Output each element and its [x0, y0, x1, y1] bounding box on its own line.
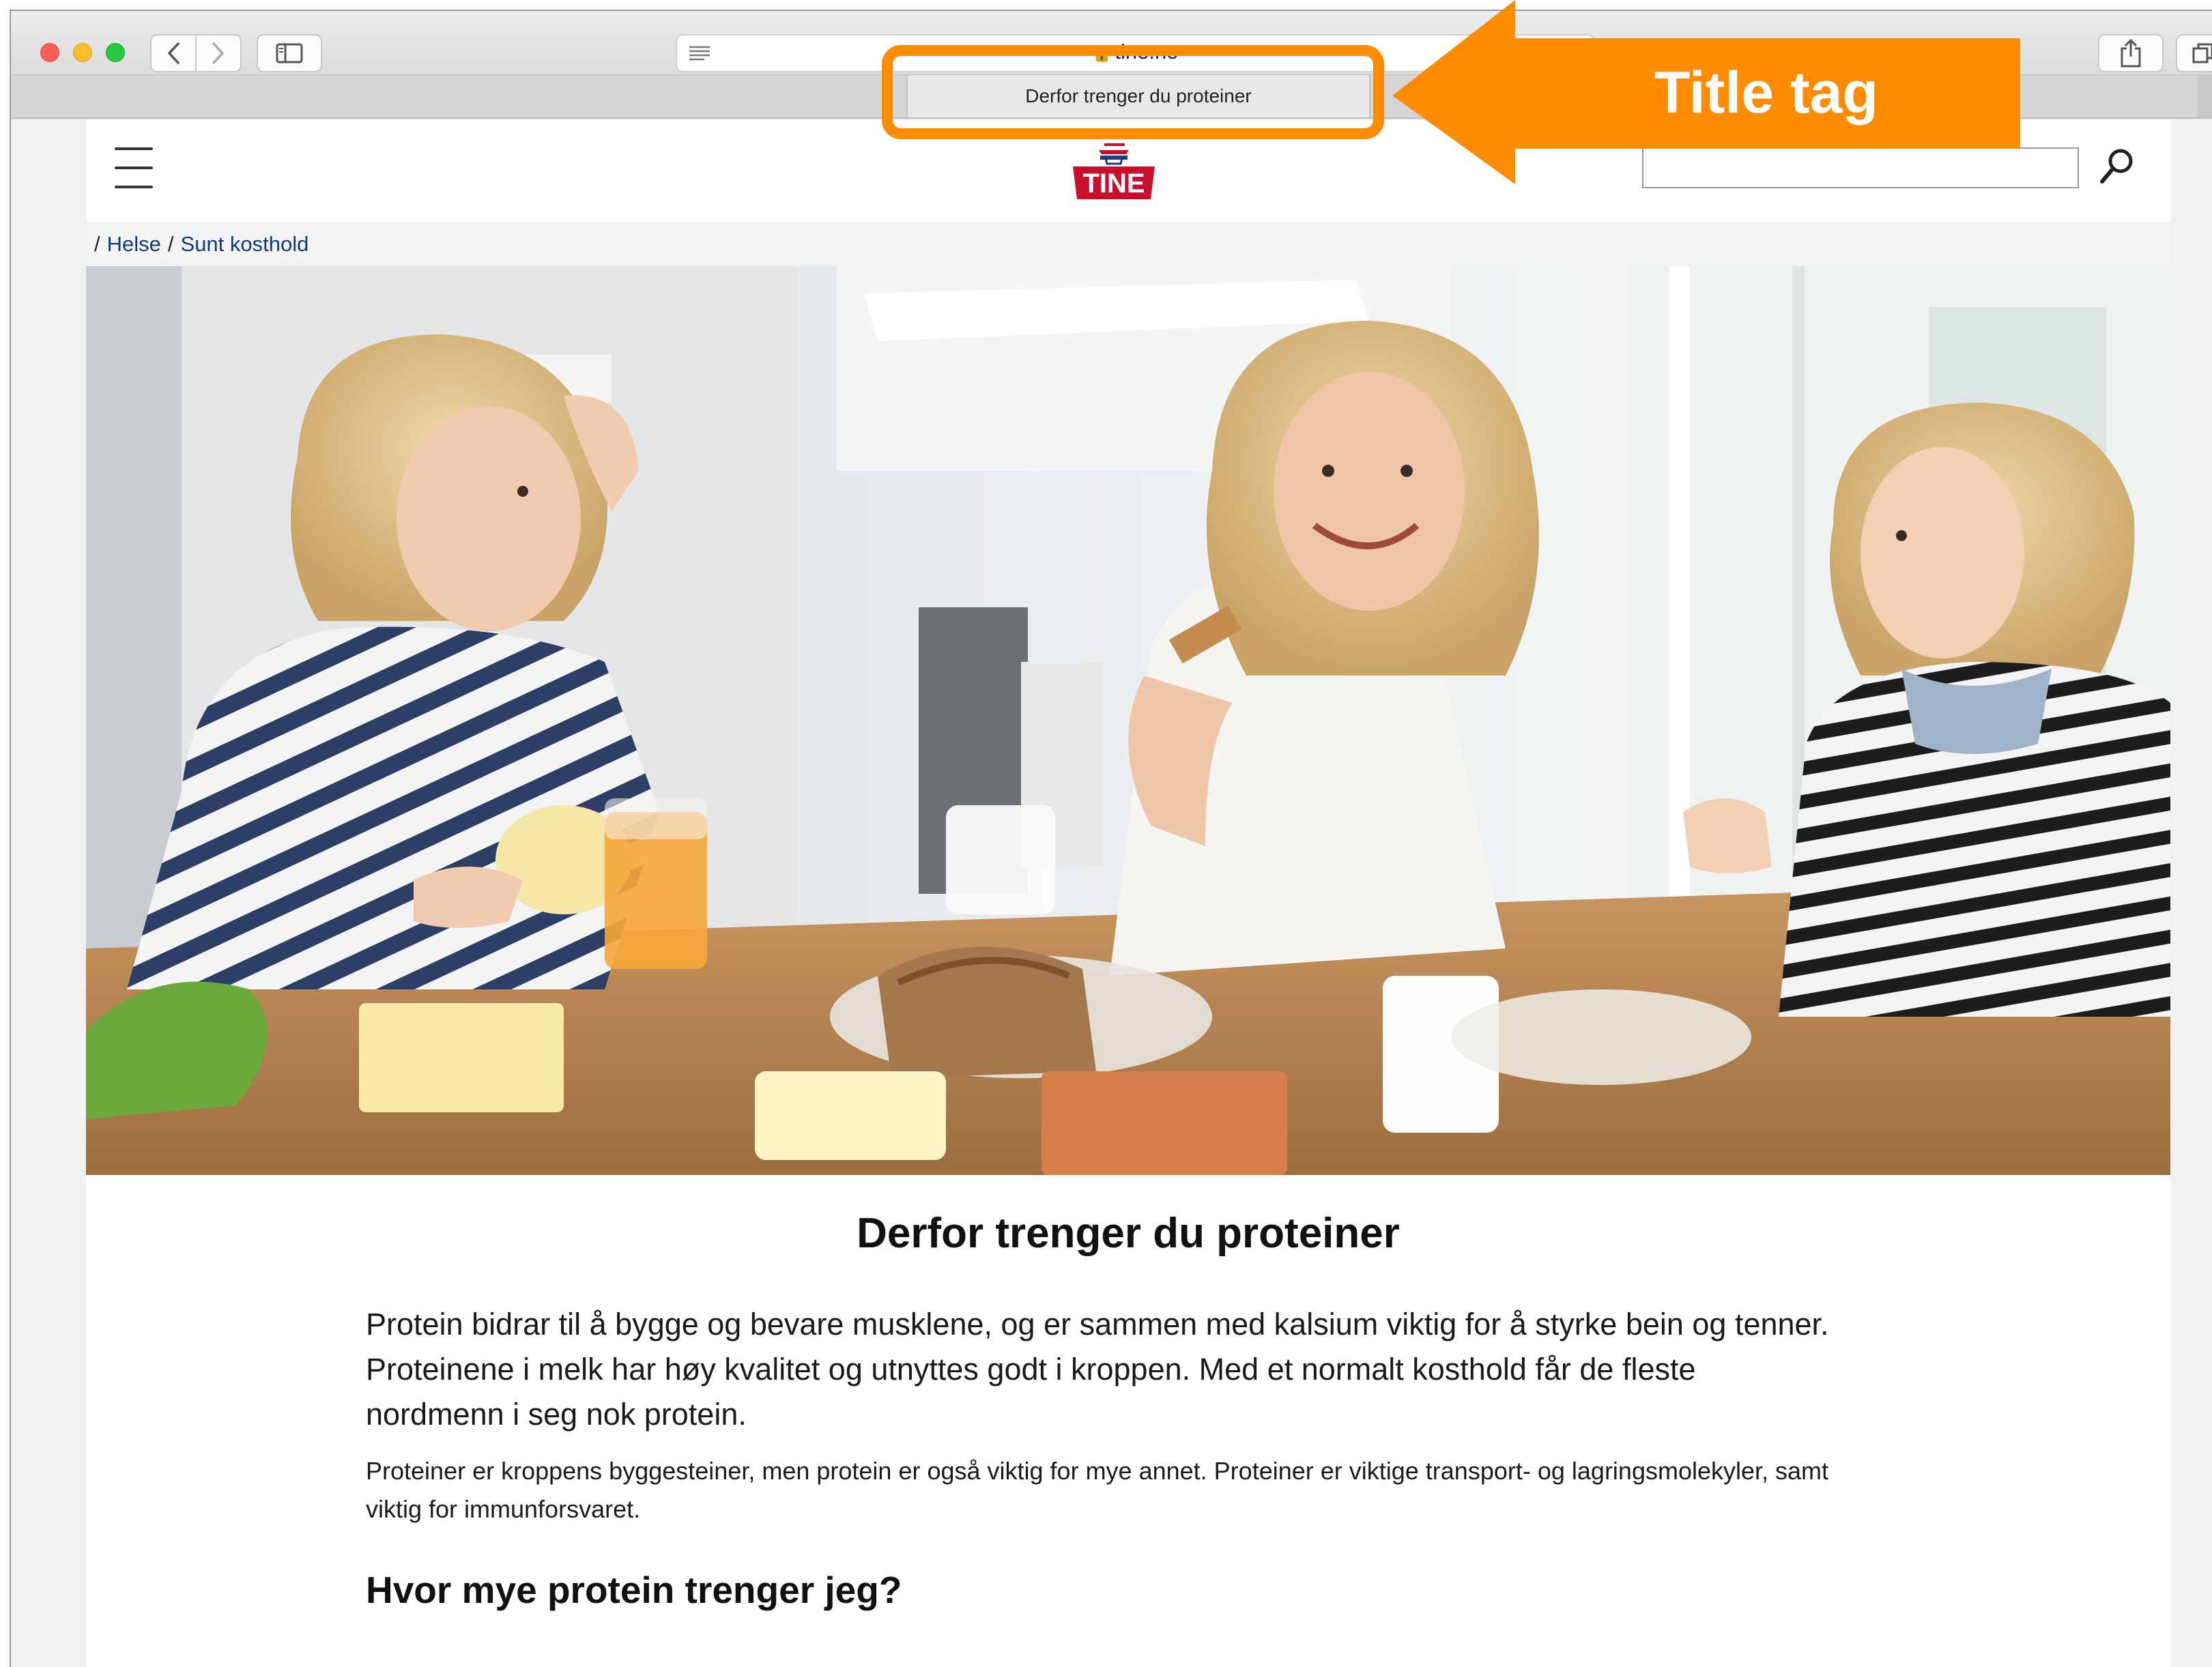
history-nav-group: [150, 34, 242, 72]
zoom-window-button[interactable]: [106, 43, 125, 62]
tab-overflow: [2197, 75, 2212, 117]
tine-logo[interactable]: TINE: [1066, 141, 1162, 202]
sidebar-toggle-button[interactable]: [257, 34, 322, 72]
section-heading: Hvor mye protein trenger jeg?: [366, 1569, 902, 1611]
chevron-right-icon: [212, 42, 224, 64]
breadcrumb: / Helse / Sunt kosthold: [86, 222, 2170, 266]
chevron-left-icon: [168, 42, 179, 64]
share-button[interactable]: [2098, 34, 2164, 72]
family-breakfast-photo: [86, 266, 2170, 1175]
hamburger-icon[interactable]: [115, 147, 153, 188]
article-paragraph: Proteiner er kroppens byggesteiner, men …: [366, 1457, 1829, 1523]
breadcrumb-link-helse[interactable]: Helse: [107, 232, 161, 257]
page-viewport: TINE / Helse / Sunt kosthold Derfor tren…: [11, 120, 2212, 1667]
breadcrumb-link-sunt-kosthold[interactable]: Sunt kosthold: [181, 232, 309, 257]
search-icon[interactable]: [2097, 146, 2138, 187]
logo-text: TINE: [1082, 169, 1145, 199]
article-content: Derfor trenger du proteiner Protein bidr…: [86, 1175, 2170, 1667]
tabs-icon: [2192, 43, 2212, 63]
breadcrumb-separator: /: [167, 232, 174, 256]
share-icon: [2121, 39, 2141, 68]
sidebar-icon: [276, 43, 303, 63]
hero-image: [86, 266, 2170, 1175]
forward-button[interactable]: [197, 35, 240, 71]
minimize-window-button[interactable]: [73, 43, 92, 62]
back-button[interactable]: [152, 35, 195, 71]
title-tag-highlight: [882, 45, 1384, 139]
page-title: Derfor trenger du proteiner: [857, 1210, 1400, 1257]
show-tabs-button[interactable]: [2176, 34, 2212, 72]
article-lead: Protein bidrar til å bygge og bevare mus…: [366, 1307, 1829, 1432]
breadcrumb-separator: /: [94, 232, 100, 256]
close-window-button[interactable]: [40, 43, 59, 62]
callout-label: Title tag: [1654, 59, 1879, 126]
web-page: TINE / Helse / Sunt kosthold Derfor tren…: [86, 120, 2170, 1667]
